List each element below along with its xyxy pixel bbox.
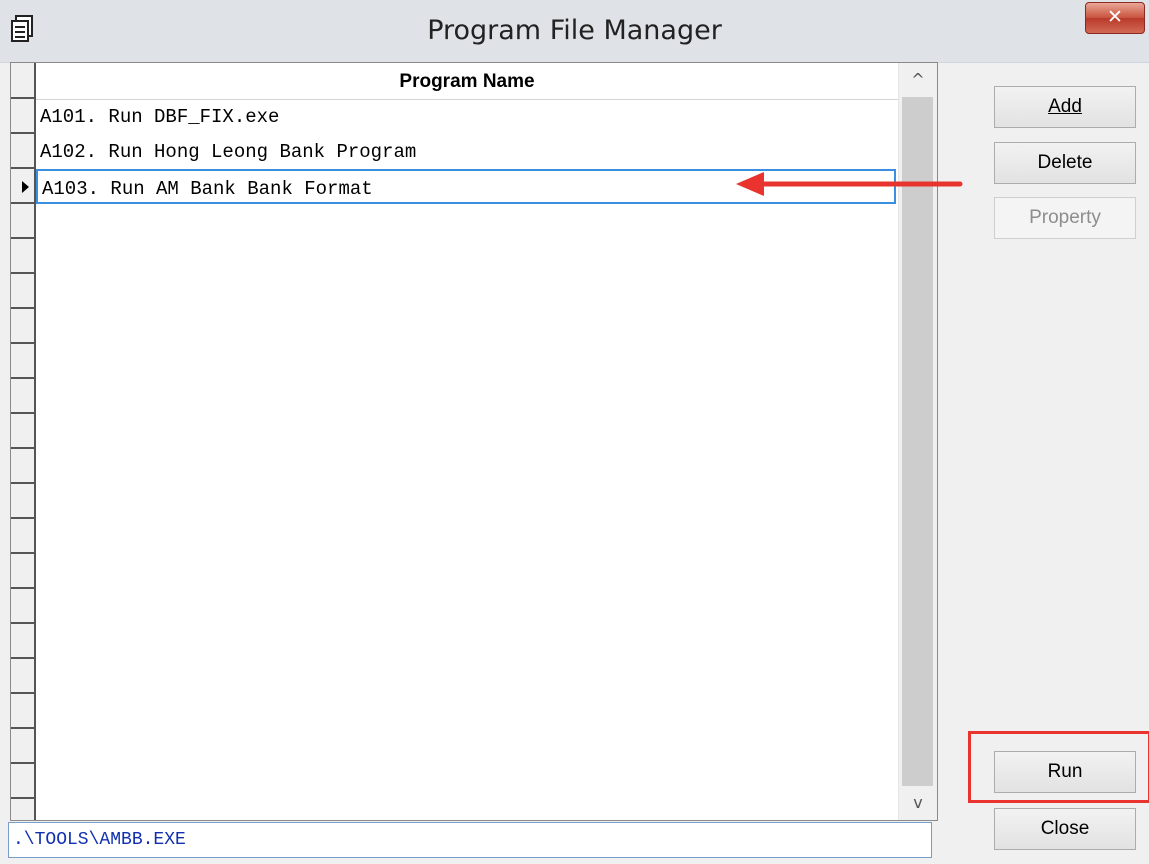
delete-button[interactable]: Delete (994, 142, 1136, 184)
delete-button-label: Delete (1037, 152, 1093, 173)
indicator-cell (11, 309, 34, 344)
indicator-cell (11, 624, 34, 659)
indicator-cell (11, 379, 34, 414)
scroll-down-arrow-icon[interactable]: v (899, 786, 937, 820)
indicator-cell (11, 484, 34, 519)
red-arrow-icon (736, 172, 963, 196)
row-indicator-column (11, 63, 36, 820)
indicator-cell (11, 519, 34, 554)
program-row[interactable]: A101. Run DBF_FIX.exe (36, 99, 896, 134)
window-close-button[interactable]: ✕ (1085, 2, 1145, 34)
run-button[interactable]: Run (994, 751, 1136, 793)
scroll-up-arrow-icon[interactable]: ^ (899, 63, 937, 97)
indicator-cell (11, 554, 34, 589)
indicator-cell (11, 729, 34, 764)
indicator-cell[interactable] (11, 134, 34, 169)
add-button-label: Add (1048, 96, 1082, 117)
indicator-cell (11, 239, 34, 274)
indicator-cell[interactable] (11, 99, 34, 134)
indicator-cell (11, 659, 34, 694)
property-button-label: Property (1029, 207, 1101, 228)
indicator-cell (11, 414, 34, 449)
indicator-cell (11, 694, 34, 729)
indicator-cell (11, 449, 34, 484)
property-button[interactable]: Property (994, 197, 1136, 239)
indicator-cell (11, 274, 34, 309)
program-path-field[interactable]: .\TOOLS\AMBB.EXE (8, 822, 932, 858)
window-title: Program File Manager (427, 15, 722, 46)
scrollbar-thumb[interactable] (902, 97, 933, 786)
program-file-manager-window: Program File Manager ✕ Program Name A101… (0, 0, 1149, 864)
close-button[interactable]: Close (994, 808, 1136, 850)
indicator-cell (11, 589, 34, 624)
indicator-cell[interactable] (11, 169, 34, 204)
column-header-program-name[interactable]: Program Name (36, 63, 898, 100)
title-bar: Program File Manager ✕ (0, 0, 1149, 63)
current-row-pointer-icon (22, 181, 29, 193)
add-button[interactable]: Add (994, 86, 1136, 128)
indicator-cell (11, 204, 34, 239)
indicator-cell (11, 344, 34, 379)
close-button-label: Close (1040, 818, 1090, 839)
program-row[interactable]: A102. Run Hong Leong Bank Program (36, 134, 896, 169)
indicator-cell (11, 764, 34, 799)
run-button-label: Run (1047, 761, 1083, 782)
indicator-header-cell (11, 63, 34, 99)
